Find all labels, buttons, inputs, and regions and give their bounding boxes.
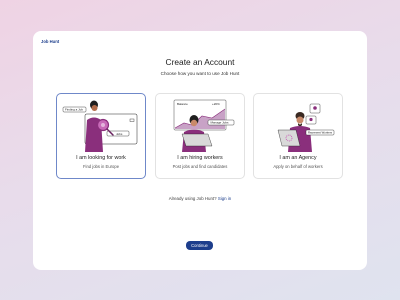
signin-link[interactable]: Sign in [218, 196, 231, 201]
option-description: Apply on behalf of workers [273, 164, 323, 169]
jobs-tag-text: Jobs [116, 132, 123, 136]
app-logo[interactable]: Job Hunt [41, 39, 59, 44]
job-seeker-illustration: Jobs Finding a Job [62, 100, 138, 152]
option-card-looking-for-work[interactable]: Jobs Finding a Job I am looking for work… [56, 93, 146, 179]
option-label: I am hiring workers [177, 155, 223, 161]
window-button-shape [129, 118, 135, 122]
option-label: I am looking for work [76, 155, 126, 161]
represent-workers-tag-text: Represent Workers [308, 131, 333, 135]
option-label: I am an Agency [279, 155, 317, 161]
agency-illustration: Represent Workers [277, 103, 335, 152]
employer-illustration: Balance +20% Manage Jobs [173, 99, 235, 152]
finding-job-tag-text: Finding a Job [65, 108, 83, 112]
option-description: Post jobs and find candidates [172, 164, 228, 169]
signup-window: Job Hunt Create an Account Choose how yo… [33, 31, 367, 270]
avatar-icon [313, 106, 317, 110]
option-card-agency[interactable]: Represent Workers I am an Agency Apply o… [253, 93, 343, 179]
page-subtitle: Choose how you want to use Job Hunt [160, 71, 240, 76]
signin-prompt: Already using Job Hunt? [168, 196, 217, 201]
laptop-icon [181, 133, 213, 147]
laptop-icon [277, 129, 301, 147]
continue-button[interactable]: Continue [186, 241, 213, 250]
avatar-icon [309, 117, 313, 122]
signin-row: Already using Job Hunt? Sign in [33, 196, 367, 201]
magnifier-lens-shape [101, 123, 105, 127]
person-face-shape [91, 105, 98, 111]
balance-label: Balance [177, 102, 188, 106]
person-beard-shape [298, 123, 302, 127]
option-card-hiring-workers[interactable]: Balance +20% Manage Jobs I am hiring wor… [155, 93, 245, 179]
option-description: Find jobs in Europe [82, 164, 120, 169]
person-face-shape [296, 116, 304, 124]
manage-jobs-tag-text: Manage Jobs [211, 121, 230, 125]
growth-label: +20% [212, 102, 220, 106]
page-title: Create an Account [165, 57, 235, 67]
person-face-shape [190, 119, 198, 127]
